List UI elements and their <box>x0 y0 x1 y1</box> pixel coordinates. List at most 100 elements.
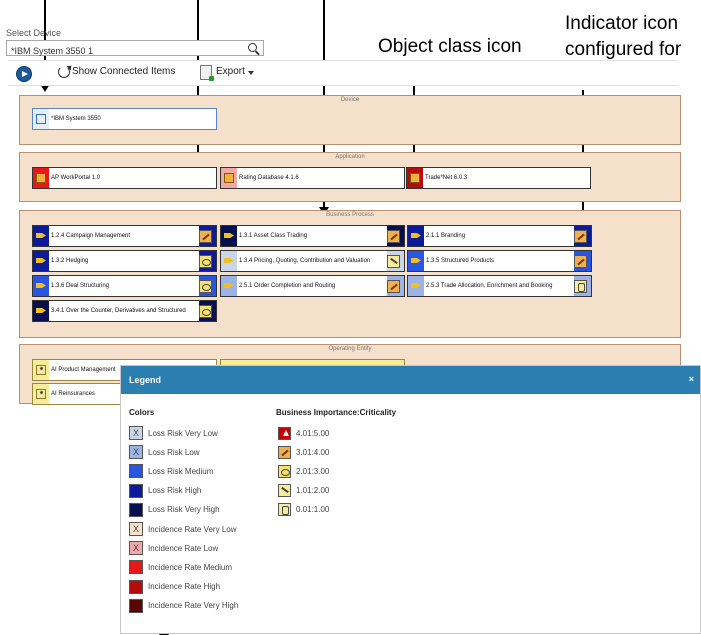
process-icon <box>224 256 234 266</box>
process-item[interactable]: 1.3.2 Hedging <box>32 250 217 272</box>
legend-color-row: X Incidence Rate Very Low <box>129 520 237 538</box>
legend-color-row: Incidence Rate Medium <box>129 558 232 576</box>
criticality-label: 0.01:1.00 <box>296 505 330 515</box>
yellow-target-icon <box>278 464 291 478</box>
color-label: Loss Risk Low <box>148 447 200 457</box>
criticality-indicator-icon <box>199 229 212 243</box>
color-swatch <box>129 560 143 575</box>
refresh-icon[interactable] <box>58 66 70 78</box>
process-item[interactable]: 1.3.5 Structured Products <box>407 250 592 272</box>
person-icon <box>36 365 46 375</box>
application-item[interactable]: Trade*Net 6.0.3 <box>406 167 591 189</box>
application-item[interactable]: Rating Database 4.1.6 <box>220 167 405 189</box>
device-item[interactable]: *IBM System 3550 <box>32 108 217 130</box>
item-label: Rating Database 4.1.6 <box>237 168 404 188</box>
criticality-indicator-icon <box>199 279 212 293</box>
criticality-label: 3.01:4.00 <box>296 447 330 457</box>
select-device-label: Select Device <box>6 28 62 38</box>
criticality-indicator-icon <box>574 229 587 243</box>
device-search-field[interactable] <box>6 40 264 58</box>
color-label: Incidence Rate Low <box>148 543 219 553</box>
color-swatch: X <box>129 426 143 440</box>
color-label: Incidence Rate Medium <box>148 562 233 572</box>
toolbar: Show Connected Items Export <box>8 60 678 86</box>
criticality-indicator-icon <box>574 279 587 293</box>
search-icon[interactable] <box>248 43 257 52</box>
criticality-indicator-icon <box>199 304 212 318</box>
process-item[interactable]: 2.5.1 Order Completion and Routing <box>220 275 405 297</box>
color-label: Loss Risk Very Low <box>148 428 218 438</box>
color-label: Loss Risk Medium <box>148 466 214 476</box>
criticality-indicator-icon <box>387 254 400 268</box>
process-icon <box>36 281 46 291</box>
process-item[interactable]: 1.2.4 Campaign Management <box>32 225 217 247</box>
device-group: Device *IBM System 3550 <box>19 95 681 145</box>
process-icon <box>36 231 46 241</box>
process-item[interactable]: 2.5.3 Trade Allocation, Enrichment and B… <box>407 275 592 297</box>
legend-color-row: X Incidence Rate Low <box>129 539 218 557</box>
item-label: 2.5.3 Trade Allocation, Enrichment and B… <box>424 276 574 296</box>
group-title-device: Device <box>340 97 360 103</box>
application-icon <box>36 173 46 183</box>
item-label: 3.4.1 Over the Counter, Derivatives and … <box>49 301 199 321</box>
legend-criticality-row: 3.01:4.00 <box>278 443 329 461</box>
process-item[interactable]: 2.1.1 Branding <box>407 225 592 247</box>
legend-criticality-row: 2.01:3.00 <box>278 462 329 480</box>
process-icon <box>36 256 46 266</box>
legend-color-row: Loss Risk High <box>129 482 201 500</box>
color-label: Loss Risk Very High <box>148 505 220 515</box>
criticality-label: 1.01:2.00 <box>296 486 330 496</box>
play-icon[interactable] <box>16 66 32 82</box>
item-label: Trade*Net 6.0.3 <box>423 168 590 188</box>
legend-panel: Legend × Colors Business Importance:Crit… <box>120 365 701 634</box>
process-icon <box>411 256 421 266</box>
color-swatch <box>129 502 143 517</box>
close-icon[interactable]: × <box>689 374 694 384</box>
legend-header: Legend × <box>121 366 700 394</box>
annotation-object-class-icon: Object class icon <box>378 36 522 57</box>
item-label: 1.3.2 Hedging <box>49 251 199 271</box>
process-item[interactable]: 1.3.4 Pricing, Quoting, Contribution and… <box>220 250 405 272</box>
group-title-application: Application <box>335 154 365 160</box>
server-icon <box>36 114 46 124</box>
export-icon[interactable] <box>200 65 214 81</box>
group-title-business-process: Business Process <box>326 212 374 218</box>
color-swatch: X <box>129 445 143 460</box>
item-label: AP WorkPortal 1.0 <box>49 168 216 188</box>
device-search-input[interactable] <box>7 44 235 58</box>
process-icon <box>36 306 46 316</box>
item-label: 2.1.1 Branding <box>424 226 574 246</box>
application-item[interactable]: AP WorkPortal 1.0 <box>32 167 217 189</box>
legend-colors-title: Colors <box>129 408 155 417</box>
color-label: Incidence Rate High <box>148 582 221 592</box>
legend-criticality-row: 0.01:1.00 <box>278 501 329 519</box>
orange-slash-icon <box>278 445 291 459</box>
export-button[interactable]: Export <box>216 66 245 77</box>
process-item[interactable]: 1.3.6 Deal Structuring <box>32 275 217 297</box>
color-swatch: X <box>129 541 143 556</box>
hand-icon <box>278 503 291 517</box>
legend-color-row: Loss Risk Medium <box>129 462 213 480</box>
legend-criticality-row: 4.01:5.00 <box>278 424 329 442</box>
item-label: *IBM System 3550 <box>49 109 216 129</box>
process-icon <box>224 231 234 241</box>
legend-color-row: Loss Risk Very High <box>129 501 220 519</box>
legend-color-row: Incidence Rate High <box>129 578 220 596</box>
legend-color-row: X Loss Risk Very Low <box>129 424 218 442</box>
item-label: 1.3.5 Structured Products <box>424 251 574 271</box>
show-connected-items-button[interactable]: Show Connected Items <box>72 66 175 77</box>
criticality-indicator-icon <box>574 254 587 268</box>
color-swatch <box>129 464 143 479</box>
criticality-indicator-icon <box>199 254 212 268</box>
process-item[interactable]: 1.3.1 Asset Class Trading <box>220 225 405 247</box>
item-label: 1.2.4 Campaign Management <box>49 226 199 246</box>
legend-color-row: Incidence Rate Very High <box>129 597 238 615</box>
color-label: Incidence Rate Very Low <box>148 524 237 534</box>
process-item[interactable]: 3.4.1 Over the Counter, Derivatives and … <box>32 300 217 322</box>
item-label: 1.3.1 Asset Class Trading <box>237 226 387 246</box>
group-title-operating-entity: Operating Entity <box>328 346 372 352</box>
criticality-label: 4.01:5.00 <box>296 428 330 438</box>
chevron-down-icon[interactable] <box>248 71 254 75</box>
light-yellow-line-icon <box>278 484 291 498</box>
person-icon <box>36 389 46 399</box>
